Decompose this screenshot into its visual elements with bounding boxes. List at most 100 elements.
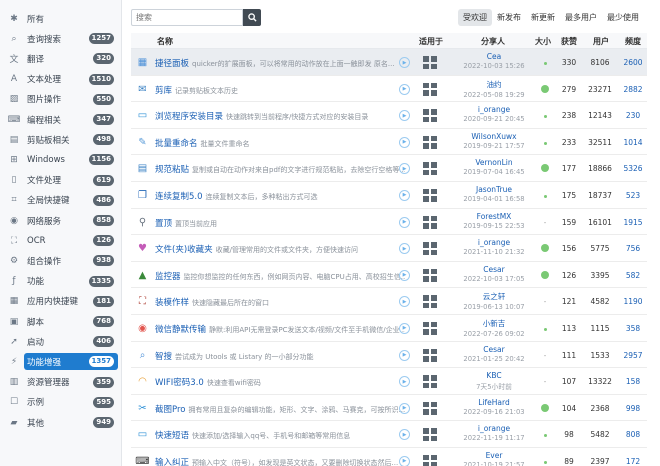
action-title[interactable]: 输入纠正 预输入中文（符号），如发现是英文状态，又要删除切换状态然后...	[155, 456, 405, 466]
sidebar-item[interactable]: ▣ 脚本 768	[10, 313, 118, 330]
table-row[interactable]: ▲ 监控器 监控你想监控的任何东西，例如网页内容、电脑CPU占用、高校招生信... ▶…	[131, 262, 647, 289]
action-name[interactable]: 输入纠正	[155, 456, 189, 466]
author-name[interactable]: Ever	[451, 451, 537, 460]
sidebar-item[interactable]: ⊞ Windows 1156	[10, 151, 118, 168]
sort-tab[interactable]: 最多用户	[560, 9, 602, 26]
author-name[interactable]: Cesar	[451, 345, 537, 354]
action-name[interactable]: 快速短语	[155, 429, 189, 441]
sort-tab[interactable]: 受欢迎	[458, 9, 492, 26]
table-row[interactable]: ▭ 浏览程序安装目录 快速跳转到当前程序/快捷方式对应的安装目录 ▶ i_orange 2…	[131, 102, 647, 129]
action-title[interactable]: 快速短语 快速添加/选择输入qq号、手机号和邮箱等常用信息	[155, 429, 405, 441]
author-name[interactable]: ForestMX	[451, 212, 537, 221]
action-name[interactable]: 规范粘贴	[155, 163, 189, 175]
header-users[interactable]: 用户	[593, 36, 609, 47]
action-title[interactable]: 截图Pro 拥有常用且复杂的编辑功能，矩形、文字、涂鸦、马赛克，可按所识...	[155, 403, 405, 415]
sidebar-item[interactable]: ▥ 资源管理器 359	[10, 374, 118, 391]
sidebar-item[interactable]: ⌗ 全局快捷键 486	[11, 192, 118, 209]
sidebar-item[interactable]: A 文本处理 1510	[11, 71, 118, 88]
action-title[interactable]: 浏览程序安装目录 快速跳转到当前程序/快捷方式对应的安装目录	[155, 110, 405, 122]
run-icon[interactable]: ▶	[399, 402, 410, 414]
sort-tab[interactable]: 新发布	[492, 9, 526, 26]
run-icon[interactable]: ▶	[399, 376, 410, 388]
run-icon[interactable]: ▶	[399, 322, 410, 334]
sidebar-item[interactable]: ⚡ 功能增强 1357	[11, 353, 118, 371]
run-icon[interactable]: ▶	[399, 243, 410, 255]
search-input[interactable]	[131, 9, 243, 26]
author-name[interactable]: JasonTrue	[451, 185, 537, 194]
action-title[interactable]: 置顶 置顶当前应用	[155, 217, 405, 229]
author-name[interactable]: 小新吉	[451, 318, 537, 329]
sidebar-item[interactable]: ▰ 其他 949	[11, 414, 118, 431]
sidebar-item[interactable]: ✱ 所有	[10, 10, 118, 27]
run-icon[interactable]: ▶	[399, 189, 410, 201]
sort-tab[interactable]: 新更新	[526, 9, 560, 26]
action-title[interactable]: 微信静默传输 静默:利用API无需登录PC发送文本/视频/文件至手机微信/企业..…	[155, 323, 405, 335]
table-row[interactable]: ✉ 剪库 记录剪贴板文本历史 ▶ 油约 2022-05-08 19:29 279 23271 2…	[131, 76, 647, 103]
table-row[interactable]: ✂ 截图Pro 拥有常用且复杂的编辑功能，矩形、文字、涂鸦、马赛克，可按所识... ▶…	[131, 395, 647, 422]
action-name[interactable]: WIFI密码3.0	[155, 376, 204, 388]
action-name[interactable]: 批量重命名	[155, 137, 198, 149]
action-name[interactable]: 置顶	[155, 217, 172, 229]
sidebar-item[interactable]: ⌕ 查询搜索 1257	[11, 30, 118, 47]
run-icon[interactable]: ▶	[399, 216, 410, 228]
sidebar-item[interactable]: ⌨ 编程相关 347	[8, 111, 118, 128]
author-name[interactable]: LifeHard	[451, 398, 537, 407]
sidebar-item[interactable]: ▤ 剪贴板相关 498	[10, 131, 118, 148]
table-row[interactable]: ❐ 连续复制5.0 连续复制文本后，多种粘出方式可选 ▶ JasonTrue 2019-0…	[131, 182, 647, 209]
action-title[interactable]: 装模作样 快速隐藏最后所在的窗口	[155, 296, 405, 308]
author-name[interactable]: i_orange	[451, 238, 537, 247]
sidebar-item[interactable]: 文翻译 320	[9, 50, 118, 67]
sidebar-item[interactable]: ☐ 示例 595	[10, 394, 118, 411]
action-title[interactable]: 监控器 监控你想监控的任何东西，例如网页内容、电脑CPU占用、高校招生信...	[155, 270, 405, 282]
sidebar-item[interactable]: ▨ 图片操作 550	[10, 91, 118, 108]
run-icon[interactable]: ▶	[399, 57, 410, 68]
action-name[interactable]: 智搜	[155, 350, 172, 362]
table-row[interactable]: ▦ 捷径面板 quicker的扩展面板，可以将常用的动作放在上面一触即发 原名...…	[131, 49, 647, 76]
table-row[interactable]: ♥ 文件(夹)收藏夹 收藏/管理常用的文件或文件夹，方便快速访问 ▶ i_orange 2…	[131, 235, 647, 262]
header-name[interactable]: 名称	[157, 36, 173, 47]
header-size[interactable]: 大小	[535, 36, 551, 47]
action-title[interactable]: 文件(夹)收藏夹 收藏/管理常用的文件或文件夹，方便快速访问	[155, 243, 405, 255]
header-likes[interactable]: 获赞	[561, 36, 577, 47]
action-name[interactable]: 截图Pro	[155, 403, 186, 415]
header-freq[interactable]: 频度	[625, 36, 641, 47]
run-icon[interactable]: ▶	[399, 136, 410, 148]
sidebar-item[interactable]: ➚ 启动 406	[10, 333, 118, 350]
run-icon[interactable]: ▶	[399, 163, 410, 175]
table-row[interactable]: ▤ 规范粘贴 复制或自动在动作对来自pdf的文字进行规范粘贴，去除空行空格等... ▶…	[131, 155, 647, 182]
run-icon[interactable]: ▶	[399, 455, 410, 466]
action-name[interactable]: 剪库	[155, 84, 172, 96]
action-title[interactable]: 剪库 记录剪贴板文本历史	[155, 84, 405, 96]
sidebar-item[interactable]: ⚙ 组合操作 938	[10, 252, 118, 269]
author-name[interactable]: 油约	[451, 79, 537, 90]
author-name[interactable]: i_orange	[451, 105, 537, 114]
author-name[interactable]: 云之轩	[451, 291, 537, 302]
table-row[interactable]: ⚲ 置顶 置顶当前应用 ▶ ForestMX 2019-09-15 22:53-159 16…	[131, 209, 647, 236]
action-name[interactable]: 微信静默传输	[155, 323, 206, 335]
author-name[interactable]: VernonLin	[451, 158, 537, 167]
action-title[interactable]: 规范粘贴 复制或自动在动作对来自pdf的文字进行规范粘贴，去除空行空格等...	[155, 163, 405, 175]
search-button[interactable]	[243, 9, 261, 26]
sidebar-item[interactable]: ▦ 应用内快捷键 181	[10, 293, 118, 310]
author-name[interactable]: WilsonXuwx	[451, 132, 537, 141]
run-icon[interactable]: ▶	[399, 349, 410, 361]
run-icon[interactable]: ▶	[399, 296, 410, 308]
table-row[interactable]: ⌕ 智搜 尝试成为 Utools 或 Listary 的一小部分功能 ▶ Cesar 20…	[131, 342, 647, 369]
run-icon[interactable]: ▶	[399, 83, 410, 95]
table-row[interactable]: ◉ 微信静默传输 静默:利用API无需登录PC发送文本/视频/文件至手机微信/企业.…	[131, 315, 647, 342]
author-name[interactable]: KBC	[451, 371, 537, 380]
table-row[interactable]: ◠ WIFI密码3.0 快速查看wifi密码 ▶ KBC 7天5小时前 -107 13322 1…	[131, 368, 647, 395]
action-name[interactable]: 捷径面板	[155, 57, 189, 69]
action-title[interactable]: 连续复制5.0 连续复制文本后，多种粘出方式可选	[155, 190, 405, 202]
run-icon[interactable]: ▶	[399, 269, 410, 281]
sidebar-item[interactable]: ◉ 网络服务 858	[10, 212, 118, 229]
run-icon[interactable]: ▶	[399, 429, 410, 441]
action-title[interactable]: WIFI密码3.0 快速查看wifi密码	[155, 376, 405, 388]
author-name[interactable]: i_orange	[451, 424, 537, 433]
action-title[interactable]: 捷径面板 quicker的扩展面板，可以将常用的动作放在上面一触即发 原名...	[155, 57, 405, 69]
sidebar-item[interactable]: ƒ 功能 1335	[12, 273, 118, 290]
author-name[interactable]: Cea	[451, 52, 537, 61]
action-title[interactable]: 智搜 尝试成为 Utools 或 Listary 的一小部分功能	[155, 350, 405, 362]
table-row[interactable]: ⛶ 装模作样 快速隐藏最后所在的窗口 ▶ 云之轩 2019-06-13 10:07-121…	[131, 288, 647, 315]
action-name[interactable]: 监控器	[155, 270, 181, 282]
